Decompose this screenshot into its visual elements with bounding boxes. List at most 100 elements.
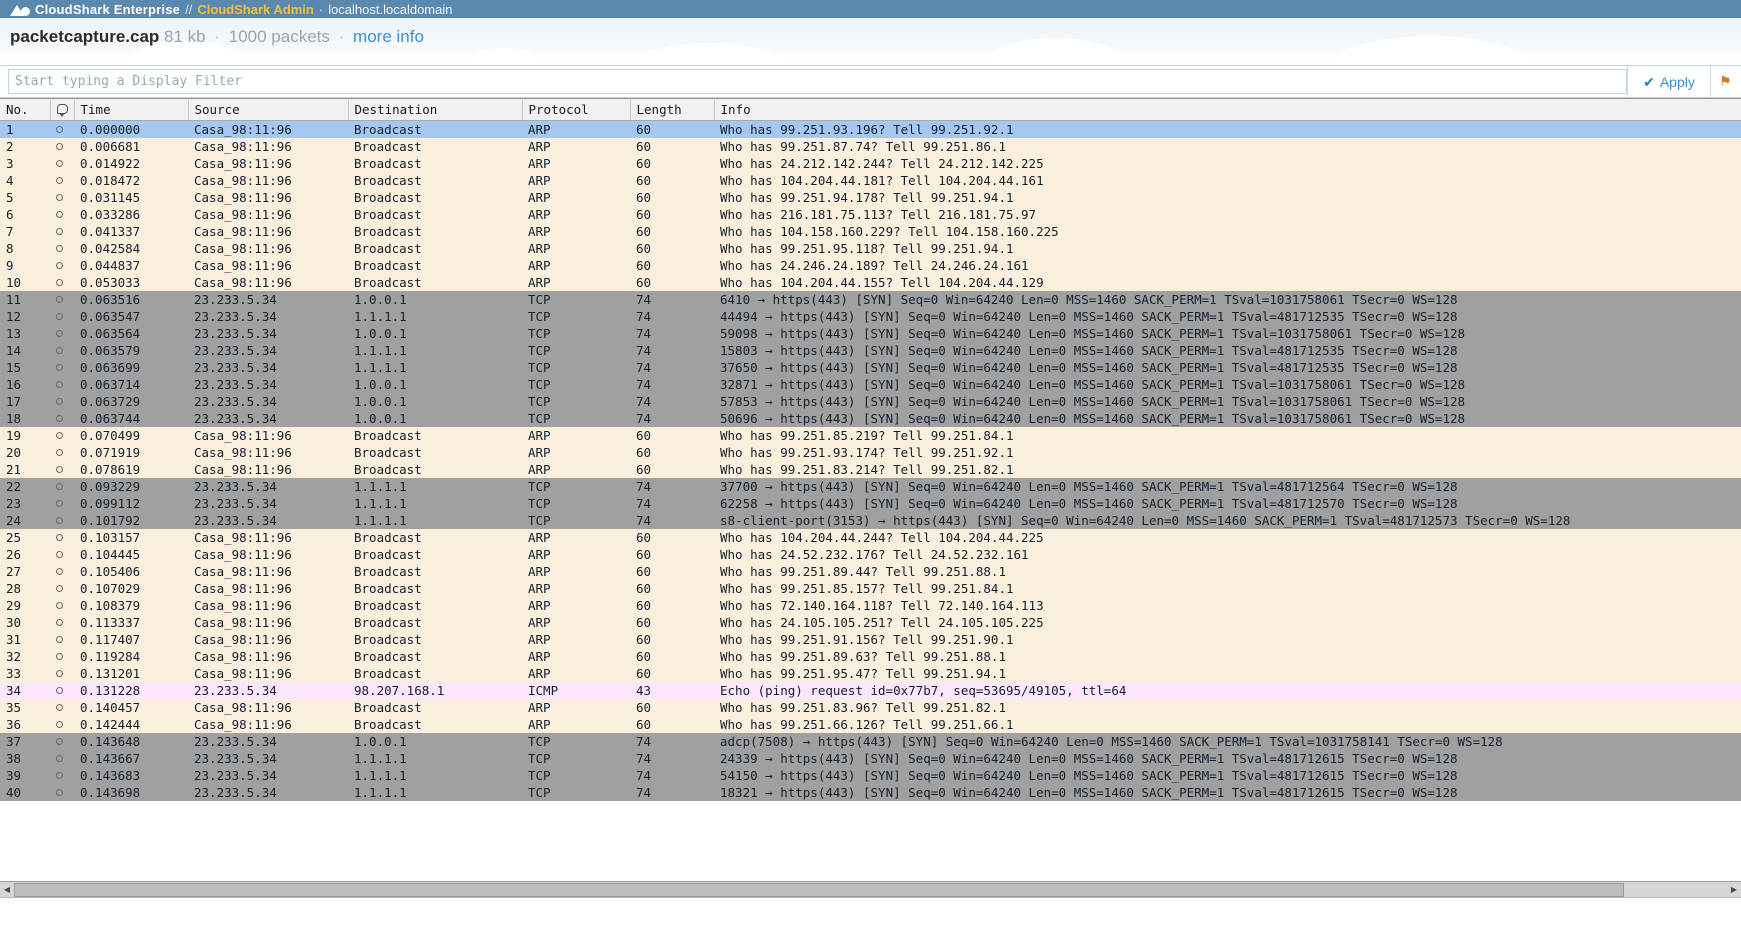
- comment-dot-icon[interactable]: [56, 704, 63, 711]
- comment-dot-icon[interactable]: [56, 194, 63, 201]
- comment-dot-icon[interactable]: [56, 738, 63, 745]
- comment-dot-icon[interactable]: [56, 551, 63, 558]
- comment-dot-icon[interactable]: [56, 313, 63, 320]
- comment-dot-icon[interactable]: [56, 636, 63, 643]
- table-row[interactable]: 12 0.063547 23.233.5.34 1.1.1.1 TCP 74 44494 →…: [0, 308, 1741, 325]
- table-row[interactable]: 34 0.131228 23.233.5.34 98.207.168.1 ICMP 43 E…: [0, 682, 1741, 699]
- comment-dot-icon[interactable]: [56, 126, 63, 133]
- table-row[interactable]: 22 0.093229 23.233.5.34 1.1.1.1 TCP 74 37700 →…: [0, 478, 1741, 495]
- table-row[interactable]: 3 0.014922 Casa_98:11:96 Broadcast ARP 60 Who …: [0, 155, 1741, 172]
- table-row[interactable]: 31 0.117407 Casa_98:11:96 Broadcast ARP 60 Who…: [0, 631, 1741, 648]
- comment-dot-icon[interactable]: [56, 296, 63, 303]
- comment-dot-icon[interactable]: [56, 279, 63, 286]
- column-header-destination[interactable]: Destination: [348, 98, 523, 121]
- comment-dot-icon[interactable]: [56, 755, 63, 762]
- comment-dot-icon[interactable]: [56, 466, 63, 473]
- scrollbar-thumb[interactable]: [14, 882, 1625, 897]
- column-header-time[interactable]: Time: [74, 98, 189, 121]
- comment-dot-icon[interactable]: [56, 143, 63, 150]
- comment-dot-icon[interactable]: [56, 483, 63, 490]
- comment-dot-icon[interactable]: [56, 347, 63, 354]
- comment-dot-icon[interactable]: [56, 177, 63, 184]
- comment-dot-icon[interactable]: [56, 500, 63, 507]
- table-row[interactable]: 29 0.108379 Casa_98:11:96 Broadcast ARP 60 Who…: [0, 597, 1741, 614]
- cloudshark-admin-link[interactable]: CloudShark Admin: [197, 2, 314, 17]
- comment-dot-icon[interactable]: [56, 211, 63, 218]
- comment-dot-icon[interactable]: [56, 330, 63, 337]
- comment-dot-icon[interactable]: [56, 602, 63, 609]
- comment-dot-icon[interactable]: [56, 517, 63, 524]
- comment-dot-icon[interactable]: [56, 262, 63, 269]
- table-row[interactable]: 40 0.143698 23.233.5.34 1.1.1.1 TCP 74 18321 →…: [0, 784, 1741, 801]
- table-row[interactable]: 37 0.143648 23.233.5.34 1.0.0.1 TCP 74 adcp(75…: [0, 733, 1741, 750]
- column-header-comment[interactable]: [50, 98, 75, 121]
- horizontal-scrollbar[interactable]: ◀ ▶: [0, 881, 1741, 897]
- comment-dot-icon[interactable]: [56, 534, 63, 541]
- comment-dot-icon[interactable]: [56, 449, 63, 456]
- table-row[interactable]: 10 0.053033 Casa_98:11:96 Broadcast ARP 60 Who…: [0, 274, 1741, 291]
- table-row[interactable]: 32 0.119284 Casa_98:11:96 Broadcast ARP 60 Who…: [0, 648, 1741, 665]
- comment-dot-icon[interactable]: [56, 381, 63, 388]
- table-row[interactable]: 16 0.063714 23.233.5.34 1.0.0.1 TCP 74 32871 →…: [0, 376, 1741, 393]
- table-row[interactable]: 9 0.044837 Casa_98:11:96 Broadcast ARP 60 Who …: [0, 257, 1741, 274]
- more-info-link[interactable]: more info: [353, 27, 424, 46]
- comment-dot-icon[interactable]: [56, 670, 63, 677]
- table-row[interactable]: 14 0.063579 23.233.5.34 1.1.1.1 TCP 74 15803 →…: [0, 342, 1741, 359]
- table-row[interactable]: 26 0.104445 Casa_98:11:96 Broadcast ARP 60 Who…: [0, 546, 1741, 563]
- table-row[interactable]: 21 0.078619 Casa_98:11:96 Broadcast ARP 60 Who…: [0, 461, 1741, 478]
- comment-dot-icon[interactable]: [56, 415, 63, 422]
- table-row[interactable]: 13 0.063564 23.233.5.34 1.0.0.1 TCP 74 59098 →…: [0, 325, 1741, 342]
- scroll-left-arrow-icon[interactable]: ◀: [0, 883, 14, 897]
- comment-dot-icon[interactable]: [56, 228, 63, 235]
- apply-filter-button[interactable]: ✔ Apply: [1627, 66, 1711, 97]
- table-row[interactable]: 11 0.063516 23.233.5.34 1.0.0.1 TCP 74 6410 → …: [0, 291, 1741, 308]
- table-row[interactable]: 30 0.113337 Casa_98:11:96 Broadcast ARP 60 Who…: [0, 614, 1741, 631]
- comment-dot-icon[interactable]: [56, 721, 63, 728]
- table-row[interactable]: 28 0.107029 Casa_98:11:96 Broadcast ARP 60 Who…: [0, 580, 1741, 597]
- table-row[interactable]: 18 0.063744 23.233.5.34 1.0.0.1 TCP 74 50696 →…: [0, 410, 1741, 427]
- table-row[interactable]: 19 0.070499 Casa_98:11:96 Broadcast ARP 60 Who…: [0, 427, 1741, 444]
- display-filter-input[interactable]: [8, 69, 1627, 94]
- table-row[interactable]: 7 0.041337 Casa_98:11:96 Broadcast ARP 60 Who …: [0, 223, 1741, 240]
- table-row[interactable]: 25 0.103157 Casa_98:11:96 Broadcast ARP 60 Who…: [0, 529, 1741, 546]
- comment-dot-icon[interactable]: [56, 432, 63, 439]
- table-row[interactable]: 17 0.063729 23.233.5.34 1.0.0.1 TCP 74 57853 →…: [0, 393, 1741, 410]
- scroll-right-arrow-icon[interactable]: ▶: [1727, 883, 1741, 897]
- table-row[interactable]: 23 0.099112 23.233.5.34 1.1.1.1 TCP 74 62258 →…: [0, 495, 1741, 512]
- table-row[interactable]: 2 0.006681 Casa_98:11:96 Broadcast ARP 60 Who …: [0, 138, 1741, 155]
- comment-dot-icon[interactable]: [56, 687, 63, 694]
- table-row[interactable]: 39 0.143683 23.233.5.34 1.1.1.1 TCP 74 54150 →…: [0, 767, 1741, 784]
- column-header-source[interactable]: Source: [188, 98, 349, 121]
- comment-dot-icon[interactable]: [56, 653, 63, 660]
- comment-dot-icon[interactable]: [56, 568, 63, 575]
- comment-dot-icon[interactable]: [56, 619, 63, 626]
- table-row[interactable]: 20 0.071919 Casa_98:11:96 Broadcast ARP 60 Who…: [0, 444, 1741, 461]
- table-row[interactable]: 15 0.063699 23.233.5.34 1.1.1.1 TCP 74 37650 →…: [0, 359, 1741, 376]
- table-row[interactable]: 36 0.142444 Casa_98:11:96 Broadcast ARP 60 Who…: [0, 716, 1741, 733]
- table-row[interactable]: 33 0.131201 Casa_98:11:96 Broadcast ARP 60 Who…: [0, 665, 1741, 682]
- table-row[interactable]: 5 0.031145 Casa_98:11:96 Broadcast ARP 60 Who …: [0, 189, 1741, 206]
- comment-dot-icon[interactable]: [56, 160, 63, 167]
- table-row[interactable]: 35 0.140457 Casa_98:11:96 Broadcast ARP 60 Who…: [0, 699, 1741, 716]
- column-header-length[interactable]: Length: [630, 98, 715, 121]
- packet-info: 62258 → https(443) [SYN] Seq=0 Win=64240…: [714, 495, 1741, 512]
- column-header-protocol[interactable]: Protocol: [522, 98, 631, 121]
- column-header-info[interactable]: Info: [714, 98, 1741, 121]
- comment-dot-icon[interactable]: [56, 772, 63, 779]
- comment-dot-icon[interactable]: [56, 245, 63, 252]
- comment-dot-icon[interactable]: [56, 789, 63, 796]
- filter-bookmark-button[interactable]: ⚑: [1711, 66, 1741, 97]
- comment-dot-icon[interactable]: [56, 364, 63, 371]
- table-row[interactable]: 8 0.042584 Casa_98:11:96 Broadcast ARP 60 Who …: [0, 240, 1741, 257]
- table-row[interactable]: 4 0.018472 Casa_98:11:96 Broadcast ARP 60 Who …: [0, 172, 1741, 189]
- table-row[interactable]: 1 0.000000 Casa_98:11:96 Broadcast ARP 60 Who …: [0, 120, 1741, 138]
- comment-dot-icon[interactable]: [56, 398, 63, 405]
- packet-list-area[interactable]: No. Time Source Destination Protocol Len…: [0, 98, 1741, 881]
- column-header-no[interactable]: No.: [0, 98, 51, 121]
- table-row[interactable]: 38 0.143667 23.233.5.34 1.1.1.1 TCP 74 24339 →…: [0, 750, 1741, 767]
- table-row[interactable]: 24 0.101792 23.233.5.34 1.1.1.1 TCP 74 s8-clie…: [0, 512, 1741, 529]
- comment-dot-icon[interactable]: [56, 585, 63, 592]
- table-row[interactable]: 27 0.105406 Casa_98:11:96 Broadcast ARP 60 Who…: [0, 563, 1741, 580]
- table-row[interactable]: 6 0.033286 Casa_98:11:96 Broadcast ARP 60 Who …: [0, 206, 1741, 223]
- scrollbar-track[interactable]: [14, 882, 1727, 897]
